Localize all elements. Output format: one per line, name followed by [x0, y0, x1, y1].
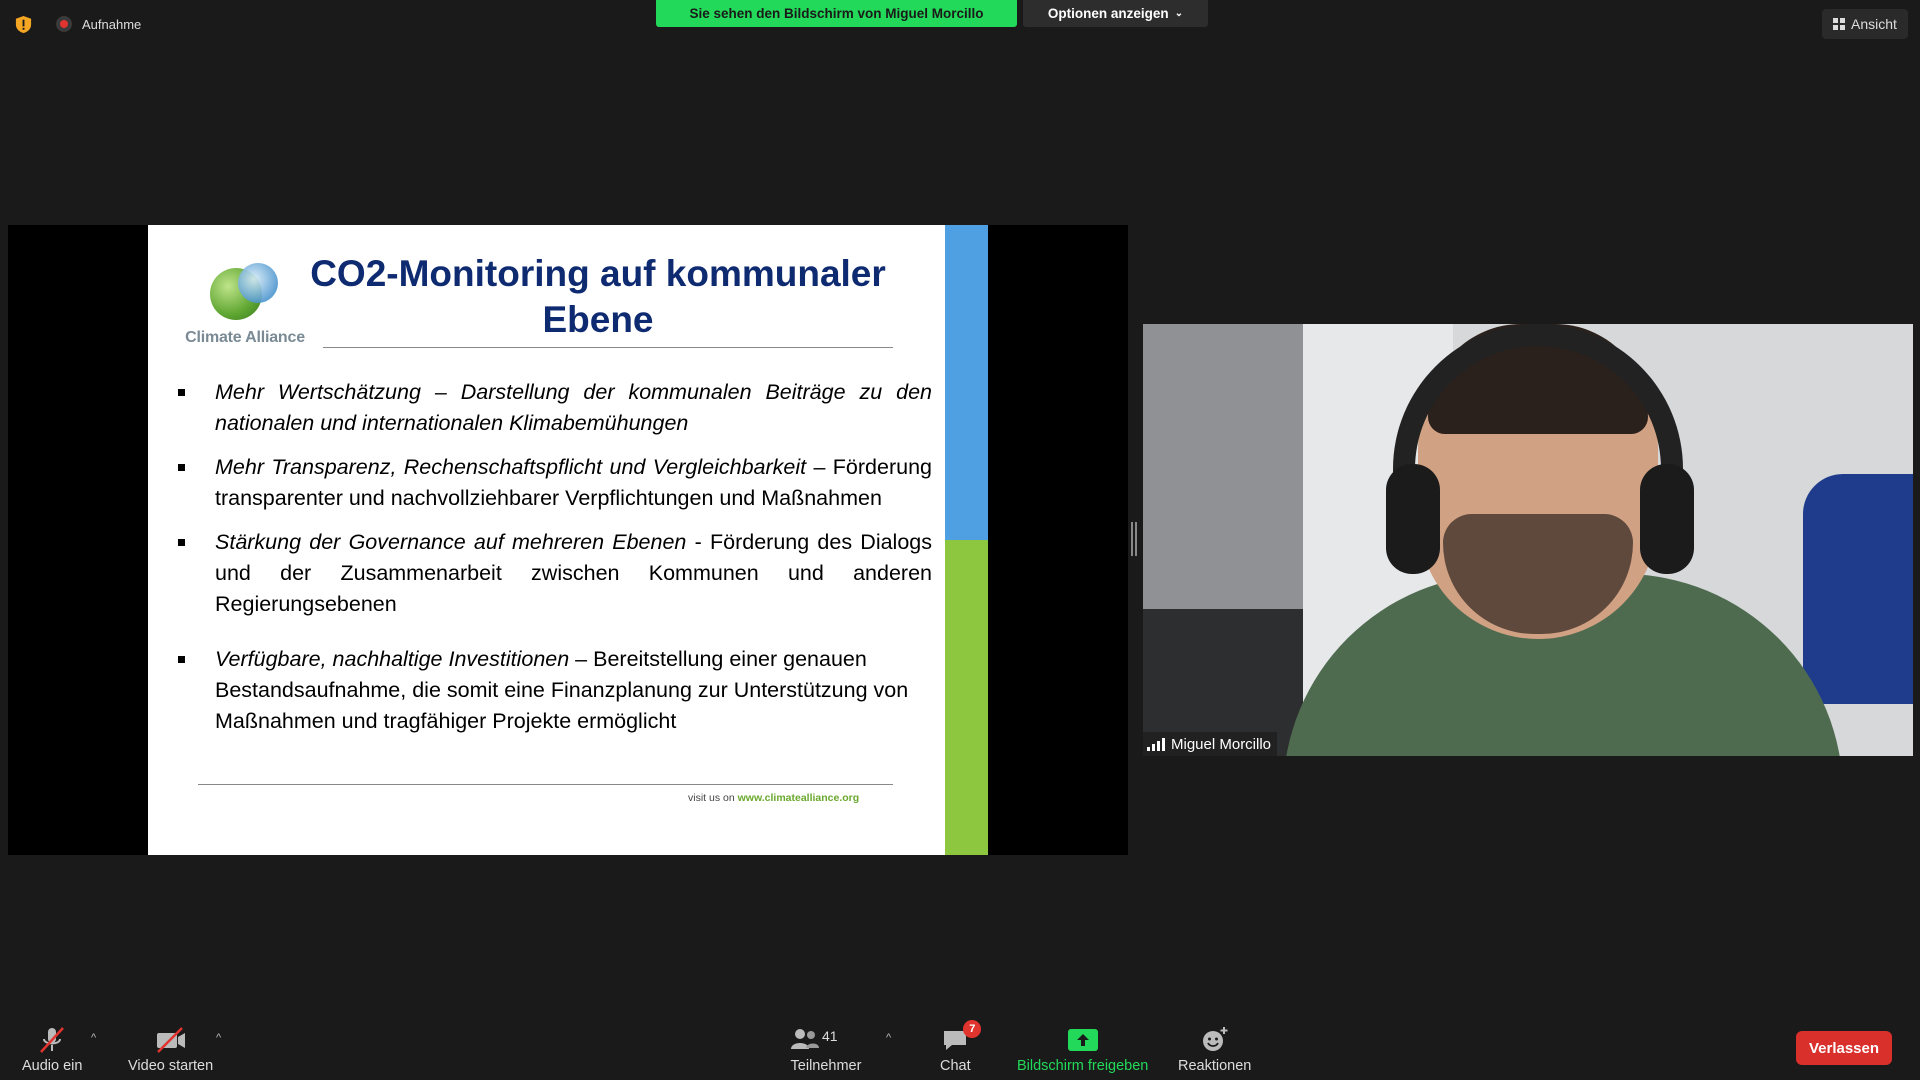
participant-name-tag: Miguel Morcillo	[1143, 732, 1278, 756]
footer-url: www.climatealliance.org	[737, 792, 860, 804]
bullet-item: Mehr Wertschätzung – Darstellung der kom…	[172, 377, 932, 439]
audio-options-chevron-icon[interactable]: ^	[91, 1032, 96, 1044]
video-chair	[1803, 474, 1913, 704]
presentation-slide: Climate Alliance CO2-Monitoring auf komm…	[148, 225, 988, 855]
chevron-down-icon: ⌄	[1174, 8, 1184, 19]
bullet-item: Verfügbare, nachhaltige Investitionen – …	[172, 644, 932, 737]
participants-label: Teilnehmer	[790, 1058, 862, 1074]
video-label: Video starten	[128, 1058, 214, 1074]
slide-footer: visit us on www.climatealliance.org	[688, 792, 859, 804]
video-options-chevron-icon[interactable]: ^	[216, 1032, 221, 1044]
participants-options-chevron-icon[interactable]: ^	[886, 1032, 891, 1044]
footer-divider	[198, 784, 893, 785]
slide-title: CO2-Monitoring auf kommunaler Ebene	[310, 253, 886, 340]
chat-unread-badge: 7	[963, 1020, 982, 1038]
bullet-item: Mehr Transparenz, Rechenschaftspflicht u…	[172, 452, 932, 514]
slide-accent-blue	[945, 225, 988, 540]
view-options-button[interactable]: Optionen anzeigen ⌄	[1023, 0, 1208, 27]
audio-label: Audio ein	[22, 1058, 83, 1074]
participants-count: 41	[822, 1028, 838, 1044]
shared-screen[interactable]: Climate Alliance CO2-Monitoring auf komm…	[8, 225, 1128, 855]
footer-prefix: visit us on	[688, 792, 735, 804]
bullet-item: Stärkung der Governance auf mehreren Ebe…	[172, 527, 932, 620]
signal-strength-icon	[1147, 737, 1165, 751]
title-divider	[323, 347, 893, 348]
chat-button[interactable]: 7 Chat	[940, 1020, 982, 1074]
participant-name: Miguel Morcillo	[1171, 735, 1272, 753]
video-button[interactable]: Video starten	[128, 1022, 213, 1074]
video-off-icon	[154, 1022, 188, 1058]
security-shield-icon[interactable]	[14, 15, 33, 34]
reactions-label: Reaktionen	[1178, 1058, 1252, 1074]
view-options-label: Optionen anzeigen	[1047, 6, 1169, 21]
recording-label: Aufnahme	[82, 16, 142, 32]
grid-view-icon	[1833, 18, 1846, 30]
climate-alliance-logo: Climate Alliance	[180, 263, 310, 347]
splitter-handle[interactable]	[1131, 522, 1137, 556]
share-screen-button[interactable]: Bildschirm freigeben	[1017, 1022, 1148, 1074]
slide-accent-green	[945, 540, 988, 855]
participants-button[interactable]: 41 Teilnehmer	[786, 1022, 866, 1074]
logo-text: Climate Alliance	[185, 329, 305, 346]
recording-icon	[56, 16, 72, 32]
chat-label: Chat	[940, 1058, 971, 1074]
muted-microphone-icon	[37, 1022, 67, 1058]
screen-share-banner: Sie sehen den Bildschirm von Miguel Morc…	[656, 0, 1017, 27]
smiley-plus-icon	[1200, 1022, 1230, 1058]
view-button[interactable]: Ansicht	[1822, 9, 1908, 39]
participants-icon: 41	[786, 1022, 866, 1058]
slide-bullet-list: Mehr Wertschätzung – Darstellung der kom…	[172, 377, 932, 750]
recording-indicator[interactable]: Aufnahme	[56, 16, 141, 32]
share-screen-icon	[1067, 1022, 1098, 1058]
headphone-cup	[1386, 464, 1440, 574]
globe-icon	[210, 263, 280, 323]
reactions-button[interactable]: Reaktionen	[1178, 1022, 1251, 1074]
chat-icon: 7	[941, 1020, 982, 1058]
headphone-cup	[1640, 464, 1694, 574]
share-screen-label: Bildschirm freigeben	[1017, 1058, 1149, 1074]
participant-video-tile[interactable]: Miguel Morcillo	[1143, 324, 1913, 756]
audio-button[interactable]: Audio ein	[22, 1022, 82, 1074]
leave-meeting-button[interactable]: Verlassen	[1796, 1031, 1892, 1065]
view-label: Ansicht	[1851, 16, 1897, 32]
